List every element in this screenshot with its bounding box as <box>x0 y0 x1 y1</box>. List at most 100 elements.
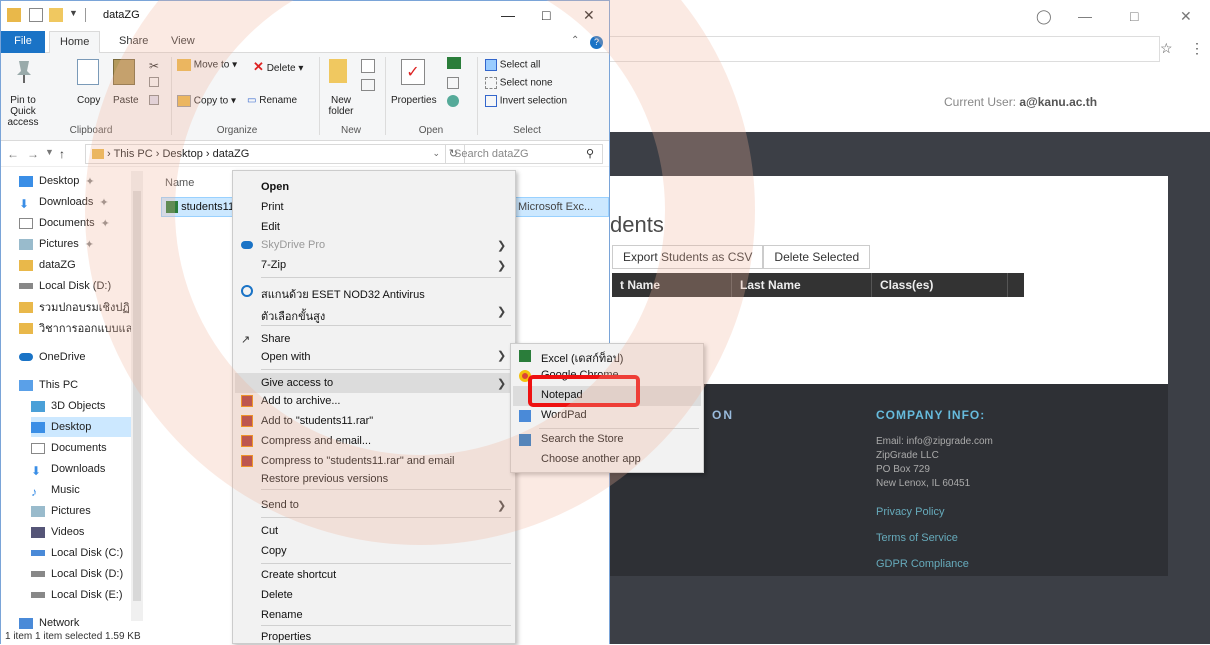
new-folder-quick-icon[interactable] <box>49 8 63 22</box>
export-csv-button[interactable]: Export Students as CSV <box>612 245 764 269</box>
nav-item-onedrive[interactable]: OneDrive <box>19 347 141 367</box>
menu-kebab-icon[interactable]: ⋮ <box>1190 40 1204 57</box>
cut-icon[interactable]: ✂ <box>149 59 159 73</box>
menu-eset-scan[interactable]: สแกนด้วย ESET NOD32 Antivirus <box>261 285 425 303</box>
menu-properties[interactable]: Properties <box>261 631 311 643</box>
menu-give-access[interactable]: Give access to <box>261 377 333 389</box>
menu-7zip[interactable]: 7-Zip <box>261 259 286 271</box>
menu-open[interactable]: Open <box>261 181 289 193</box>
menu-edit[interactable]: Edit <box>261 221 280 233</box>
paste-button[interactable]: Paste <box>113 95 139 106</box>
menu-add-to-archive[interactable]: Add to archive... <box>261 395 341 407</box>
menu-send-to[interactable]: Send to <box>261 499 299 511</box>
choose-another-app[interactable]: Choose another app <box>541 453 641 465</box>
nav-item-thai-folder-1[interactable]: รวมปกอบรมเชิงปฏิ <box>19 297 141 317</box>
nav-item-downloads-pc[interactable]: ⬇ Downloads <box>31 459 141 479</box>
company-email[interactable]: Email: info@zipgrade.com <box>876 436 993 447</box>
select-all-button[interactable]: Select all <box>485 59 540 71</box>
pin-quick-access-button[interactable]: Pin to Quick access <box>3 95 43 128</box>
scroll-thumb[interactable] <box>133 191 141 601</box>
nav-item-downloads[interactable]: ⬇ Downloads ✦ <box>19 192 141 212</box>
nav-item-videos[interactable]: Videos <box>31 522 141 542</box>
nav-item-datazg[interactable]: dataZG <box>19 255 141 275</box>
nav-item-documents[interactable]: Documents ✦ <box>19 213 141 233</box>
menu-delete[interactable]: Delete <box>261 589 293 601</box>
customize-arrow-icon[interactable]: ▼ <box>69 8 79 22</box>
close-icon[interactable]: ✕ <box>583 7 595 24</box>
copy-to-button[interactable]: Copy to ▾ <box>177 95 236 107</box>
address-dropdown-icon[interactable]: ⌄ <box>432 148 440 159</box>
nav-scrollbar[interactable] <box>131 171 143 621</box>
breadcrumb-this-pc[interactable]: This PC <box>114 148 153 160</box>
back-arrow-icon[interactable]: ← <box>7 147 19 161</box>
ribbon-collapse-icon[interactable]: ⌃ <box>571 35 579 46</box>
invert-selection-button[interactable]: Invert selection <box>485 95 567 107</box>
nav-item-local-disk-d[interactable]: Local Disk (D:) <box>19 276 141 296</box>
nav-item-local-disk-d-pc[interactable]: Local Disk (D:) <box>31 564 141 584</box>
properties-quick-icon[interactable] <box>29 8 43 22</box>
tab-file[interactable]: File <box>1 31 45 53</box>
nav-item-pictures[interactable]: Pictures ✦ <box>19 234 141 254</box>
properties-button[interactable]: Properties <box>391 95 437 106</box>
col-first-name[interactable]: t Name <box>612 273 732 297</box>
menu-rename[interactable]: Rename <box>261 609 303 621</box>
breadcrumb[interactable]: › This PC › Desktop › dataZG ⌄ ↻ <box>85 144 465 164</box>
menu-restore-versions[interactable]: Restore previous versions <box>261 473 388 485</box>
up-arrow-icon[interactable]: ↑ <box>59 147 65 161</box>
nav-item-desktop[interactable]: Desktop ✦ <box>19 171 141 191</box>
help-icon[interactable]: ? <box>590 36 603 49</box>
menu-compress-rar-email[interactable]: Compress to "students11.rar" and email <box>261 455 454 467</box>
move-to-button[interactable]: Move to ▾ <box>177 59 237 71</box>
rename-button[interactable]: ▭ Rename <box>247 95 297 106</box>
recent-chevron-icon[interactable]: ▼ <box>45 147 54 157</box>
menu-cut[interactable]: Cut <box>261 525 278 537</box>
nav-item-thai-folder-2[interactable]: วิชาการออกแบบแล <box>19 318 141 338</box>
menu-add-to-rar[interactable]: Add to "students11.rar" <box>261 415 373 427</box>
select-none-button[interactable]: Select none <box>485 77 553 89</box>
delete-selected-button[interactable]: Delete Selected <box>763 245 871 269</box>
menu-open-with[interactable]: Open with <box>261 351 311 363</box>
menu-create-shortcut[interactable]: Create shortcut <box>261 569 336 581</box>
forward-arrow-icon[interactable]: → <box>27 147 39 161</box>
search-the-store[interactable]: Search the Store <box>541 433 624 445</box>
col-last-name[interactable]: Last Name <box>732 273 872 297</box>
menu-advanced-options[interactable]: ตัวเลือกขั้นสูง <box>261 307 325 325</box>
open-excel-icon[interactable] <box>447 57 461 69</box>
menu-compress-email[interactable]: Compress and email... <box>261 435 371 447</box>
new-folder-button[interactable]: New folder <box>323 95 359 117</box>
nav-item-local-disk-e[interactable]: Local Disk (E:) <box>31 585 141 605</box>
paste-shortcut-icon[interactable] <box>149 95 159 105</box>
menu-skydrive-pro[interactable]: SkyDrive Pro <box>261 239 325 251</box>
nav-item-pictures-pc[interactable]: Pictures <box>31 501 141 521</box>
easy-access-icon[interactable] <box>361 79 375 91</box>
minimize-icon[interactable]: — <box>501 7 515 23</box>
nav-item-this-pc[interactable]: This PC <box>19 375 141 395</box>
maximize-icon[interactable]: □ <box>1130 8 1138 24</box>
gdpr-link[interactable]: GDPR Compliance <box>876 558 969 570</box>
delete-button[interactable]: ✕ Delete ▾ <box>253 59 303 75</box>
breadcrumb-datazg[interactable]: dataZG <box>213 148 250 160</box>
col-classes[interactable]: Class(es) <box>872 273 1008 297</box>
profile-icon[interactable]: ◯ <box>1036 8 1052 25</box>
tab-view[interactable]: View <box>171 35 195 47</box>
bookmark-star-icon[interactable]: ☆ <box>1160 40 1173 57</box>
nav-item-desktop-pc[interactable]: Desktop <box>31 417 141 437</box>
privacy-policy-link[interactable]: Privacy Policy <box>876 506 944 518</box>
menu-print[interactable]: Print <box>261 201 284 213</box>
nav-item-music[interactable]: ♪ Music <box>31 480 141 500</box>
maximize-icon[interactable]: □ <box>542 7 550 23</box>
nav-item-3d-objects[interactable]: 3D Objects <box>31 396 141 416</box>
search-input[interactable]: Search dataZG ⚲ <box>445 144 603 164</box>
new-item-icon[interactable] <box>361 59 375 73</box>
open-with-wordpad[interactable]: WordPad <box>541 409 587 421</box>
breadcrumb-desktop[interactable]: Desktop <box>162 148 202 160</box>
address-bar[interactable] <box>600 36 1160 62</box>
copy-button[interactable]: Copy <box>77 95 100 106</box>
tab-share[interactable]: Share <box>119 35 148 47</box>
minimize-icon[interactable]: — <box>1078 8 1092 24</box>
column-header-name[interactable]: Name <box>165 177 194 189</box>
menu-copy[interactable]: Copy <box>261 545 287 557</box>
edit-icon[interactable] <box>447 77 459 89</box>
close-icon[interactable]: ✕ <box>1180 8 1192 25</box>
nav-item-documents-pc[interactable]: Documents <box>31 438 141 458</box>
